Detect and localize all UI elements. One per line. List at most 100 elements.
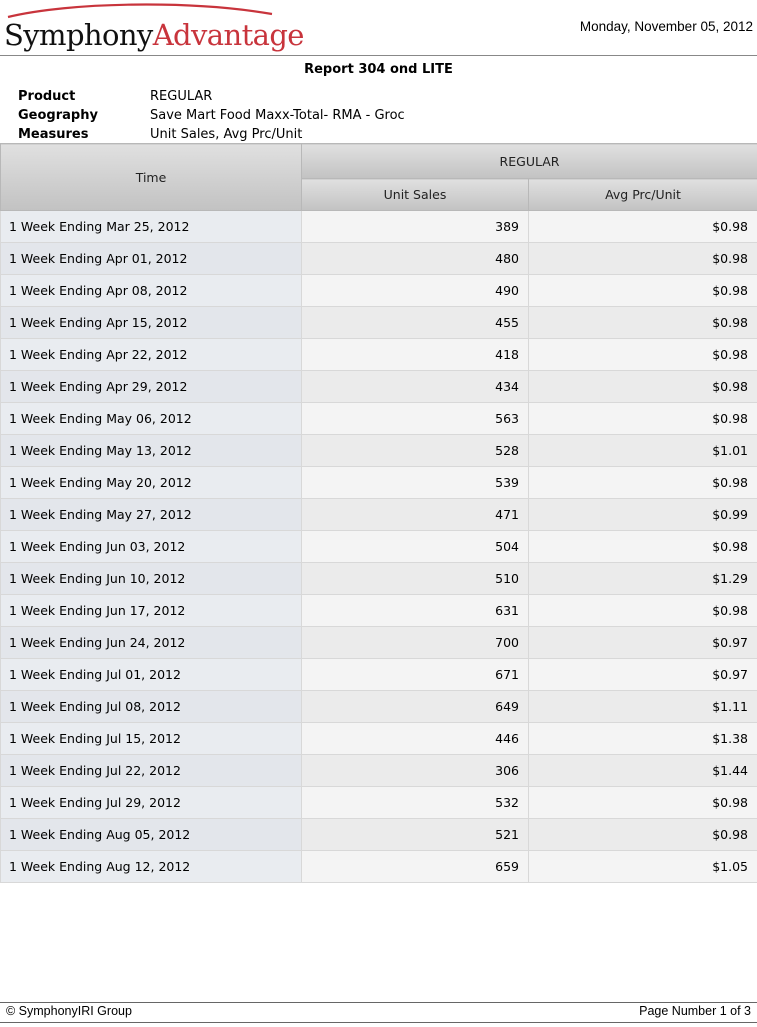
avg-price-cell: $0.98 — [528, 306, 757, 339]
unit-sales-cell: 532 — [301, 786, 529, 819]
unit-sales-cell: 528 — [301, 434, 529, 467]
time-cell: 1 Week Ending Apr 15, 2012 — [0, 306, 302, 339]
table-row: 1 Week Ending Apr 01, 2012 480 $0.98 — [0, 242, 757, 275]
unit-sales-cell: 659 — [301, 850, 529, 883]
unit-sales-cell: 471 — [301, 498, 529, 531]
table-row: 1 Week Ending Jul 08, 2012 649 $1.11 — [0, 690, 757, 723]
column-header-avg-price[interactable]: Avg Prc/Unit — [528, 178, 757, 211]
table-row: 1 Week Ending Apr 08, 2012 490 $0.98 — [0, 274, 757, 307]
column-group-header-regular: REGULAR — [301, 143, 757, 179]
unit-sales-cell: 521 — [301, 818, 529, 851]
time-cell: 1 Week Ending Apr 29, 2012 — [0, 370, 302, 403]
time-cell: 1 Week Ending Jun 03, 2012 — [0, 530, 302, 563]
time-cell: 1 Week Ending Apr 22, 2012 — [0, 338, 302, 371]
time-cell: 1 Week Ending May 06, 2012 — [0, 402, 302, 435]
unit-sales-cell: 671 — [301, 658, 529, 691]
unit-sales-cell: 389 — [301, 210, 529, 243]
avg-price-cell: $1.11 — [528, 690, 757, 723]
time-cell: 1 Week Ending Jul 29, 2012 — [0, 786, 302, 819]
symphony-advantage-logo: SymphonyAdvantage — [0, 0, 304, 57]
logo-word-advantage: Advantage — [152, 18, 305, 52]
data-table: Time REGULAR Unit Sales Avg Prc/Unit 1 W… — [0, 143, 757, 883]
filter-value: Save Mart Food Maxx-Total- RMA - Groc — [150, 108, 405, 123]
unit-sales-cell: 631 — [301, 594, 529, 627]
table-row: 1 Week Ending May 20, 2012 539 $0.98 — [0, 466, 757, 499]
avg-price-cell: $0.98 — [528, 338, 757, 371]
time-cell: 1 Week Ending Aug 12, 2012 — [0, 850, 302, 883]
filter-label: Geography — [18, 108, 98, 123]
table-row: 1 Week Ending Jun 10, 2012 510 $1.29 — [0, 562, 757, 595]
unit-sales-cell: 649 — [301, 690, 529, 723]
time-cell: 1 Week Ending Jun 10, 2012 — [0, 562, 302, 595]
time-cell: 1 Week Ending Jul 01, 2012 — [0, 658, 302, 691]
avg-price-cell: $0.97 — [528, 658, 757, 691]
table-body: 1 Week Ending Mar 25, 2012 389 $0.98 1 Week… — [0, 210, 757, 883]
time-cell: 1 Week Ending Apr 01, 2012 — [0, 242, 302, 275]
unit-sales-cell: 490 — [301, 274, 529, 307]
avg-price-cell: $0.98 — [528, 818, 757, 851]
table-row: 1 Week Ending Jun 24, 2012 700 $0.97 — [0, 626, 757, 659]
table-row: 1 Week Ending Jul 29, 2012 532 $0.98 — [0, 786, 757, 819]
time-cell: 1 Week Ending Aug 05, 2012 — [0, 818, 302, 851]
column-header-time[interactable]: Time — [0, 143, 302, 211]
report-title: Report 304 ond LITE — [304, 62, 453, 77]
table-row: 1 Week Ending Aug 12, 2012 659 $1.05 — [0, 850, 757, 883]
report-header: SymphonyAdvantage Monday, November 05, 2… — [0, 0, 757, 57]
time-cell: 1 Week Ending Mar 25, 2012 — [0, 210, 302, 243]
footer-divider-top — [0, 1002, 757, 1003]
table-row: 1 Week Ending Apr 29, 2012 434 $0.98 — [0, 370, 757, 403]
avg-price-cell: $1.44 — [528, 754, 757, 787]
unit-sales-cell: 510 — [301, 562, 529, 595]
unit-sales-cell: 504 — [301, 530, 529, 563]
time-cell: 1 Week Ending Jul 15, 2012 — [0, 722, 302, 755]
avg-price-cell: $0.98 — [528, 530, 757, 563]
time-cell: 1 Week Ending May 27, 2012 — [0, 498, 302, 531]
column-header-unit-sales[interactable]: Unit Sales — [301, 178, 529, 211]
table-row: 1 Week Ending Aug 05, 2012 521 $0.98 — [0, 818, 757, 851]
time-cell: 1 Week Ending Jun 24, 2012 — [0, 626, 302, 659]
unit-sales-cell: 455 — [301, 306, 529, 339]
avg-price-cell: $0.98 — [528, 594, 757, 627]
logo-word-symphony: Symphony — [4, 18, 153, 52]
table-row: 1 Week Ending May 27, 2012 471 $0.99 — [0, 498, 757, 531]
unit-sales-cell: 563 — [301, 402, 529, 435]
avg-price-cell: $0.99 — [528, 498, 757, 531]
table-row: 1 Week Ending Jun 17, 2012 631 $0.98 — [0, 594, 757, 627]
report-date: Monday, November 05, 2012 — [579, 19, 753, 34]
unit-sales-cell: 434 — [301, 370, 529, 403]
avg-price-cell: $0.98 — [528, 786, 757, 819]
avg-price-cell: $0.98 — [528, 402, 757, 435]
time-cell: 1 Week Ending Jul 08, 2012 — [0, 690, 302, 723]
table-row: 1 Week Ending Jun 03, 2012 504 $0.98 — [0, 530, 757, 563]
table-row: 1 Week Ending Apr 22, 2012 418 $0.98 — [0, 338, 757, 371]
table-row: 1 Week Ending Mar 25, 2012 389 $0.98 — [0, 210, 757, 243]
avg-price-cell: $1.05 — [528, 850, 757, 883]
header-divider — [0, 55, 757, 56]
footer-page-number: Page Number 1 of 3 — [639, 1004, 751, 1018]
table-row: 1 Week Ending Jul 01, 2012 671 $0.97 — [0, 658, 757, 691]
unit-sales-cell: 306 — [301, 754, 529, 787]
table-row: 1 Week Ending May 13, 2012 528 $1.01 — [0, 434, 757, 467]
filter-label: Measures — [18, 127, 89, 142]
unit-sales-cell: 700 — [301, 626, 529, 659]
unit-sales-cell: 418 — [301, 338, 529, 371]
table-row: 1 Week Ending Jul 22, 2012 306 $1.44 — [0, 754, 757, 787]
footer-copyright: © SymphonyIRI Group — [6, 1004, 132, 1018]
unit-sales-cell: 480 — [301, 242, 529, 275]
time-cell: 1 Week Ending May 13, 2012 — [0, 434, 302, 467]
table-row: 1 Week Ending May 06, 2012 563 $0.98 — [0, 402, 757, 435]
time-cell: 1 Week Ending Apr 08, 2012 — [0, 274, 302, 307]
unit-sales-cell: 446 — [301, 722, 529, 755]
footer-divider-bottom — [0, 1022, 757, 1023]
time-cell: 1 Week Ending May 20, 2012 — [0, 466, 302, 499]
time-cell: 1 Week Ending Jul 22, 2012 — [0, 754, 302, 787]
avg-price-cell: $0.98 — [528, 242, 757, 275]
time-cell: 1 Week Ending Jun 17, 2012 — [0, 594, 302, 627]
avg-price-cell: $1.01 — [528, 434, 757, 467]
avg-price-cell: $1.29 — [528, 562, 757, 595]
avg-price-cell: $1.38 — [528, 722, 757, 755]
unit-sales-cell: 539 — [301, 466, 529, 499]
avg-price-cell: $0.98 — [528, 370, 757, 403]
filter-value: REGULAR — [150, 89, 213, 104]
filter-label: Product — [18, 89, 76, 104]
